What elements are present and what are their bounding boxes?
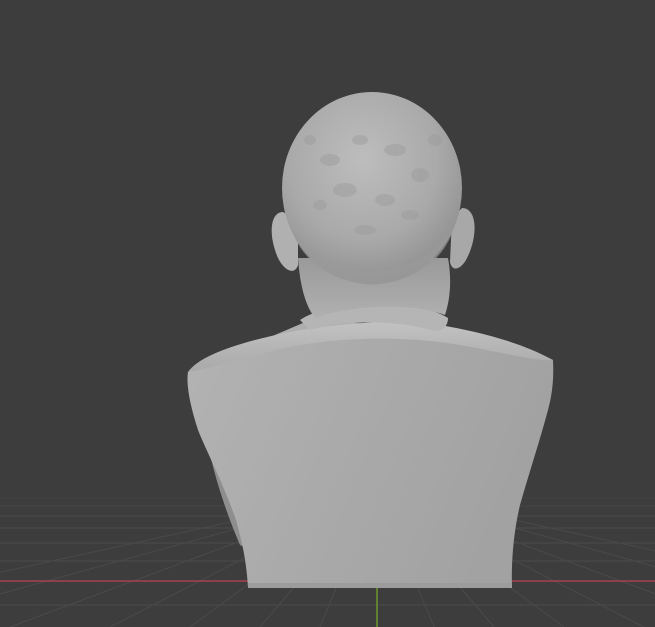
bust-model[interactable] xyxy=(187,92,554,588)
viewport-canvas[interactable] xyxy=(0,0,655,627)
bust-base-edge xyxy=(248,583,512,588)
bust-back xyxy=(187,320,554,588)
3d-viewport[interactable] xyxy=(0,0,655,627)
